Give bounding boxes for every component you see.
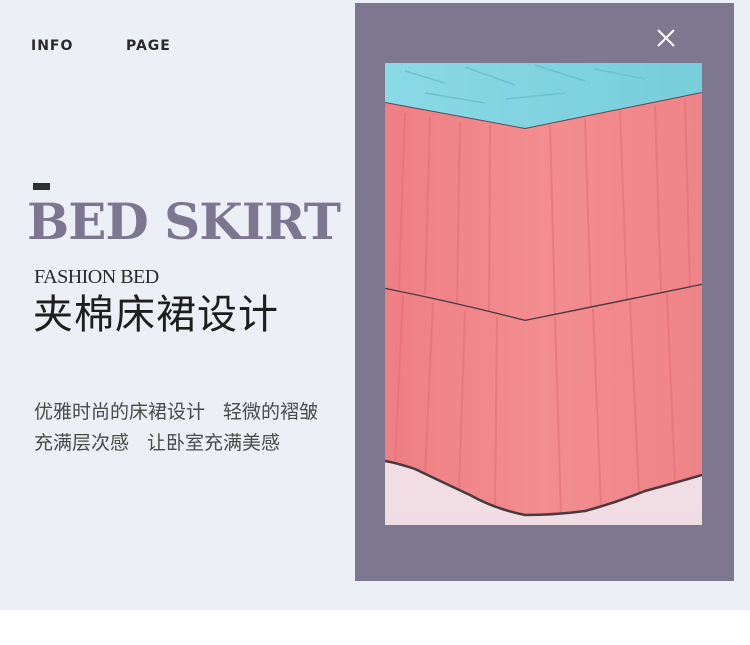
description-phrase: 让卧室充满美感: [147, 432, 281, 454]
hero-subtitle: FASHION BED: [34, 266, 159, 288]
description: 优雅时尚的床裙设计 轻微的褶皱 充满层次感 让卧室充满美感: [34, 397, 318, 459]
nav-page[interactable]: PAGE: [126, 38, 171, 54]
description-phrase: 优雅时尚的床裙设计: [34, 401, 206, 423]
description-line-1: 优雅时尚的床裙设计 轻微的褶皱: [34, 397, 318, 428]
description-phrase: 轻微的褶皱: [223, 401, 319, 423]
hero-heading-cn: 夹棉床裙设计: [33, 292, 279, 338]
title-dash-decoration: [33, 183, 50, 190]
hero-title: BED SKIRT: [27, 192, 341, 251]
description-phrase: 充满层次感: [34, 432, 130, 454]
description-line-2: 充满层次感 让卧室充满美感: [34, 428, 318, 459]
close-icon[interactable]: [655, 27, 677, 49]
hero-banner: INFO PAGE BED SKIRT FASHION BED 夹棉床裙设计 优…: [0, 0, 750, 610]
bed-skirt-photo: [385, 63, 702, 525]
product-photo-panel: [355, 3, 734, 581]
nav-info[interactable]: INFO: [31, 38, 73, 54]
